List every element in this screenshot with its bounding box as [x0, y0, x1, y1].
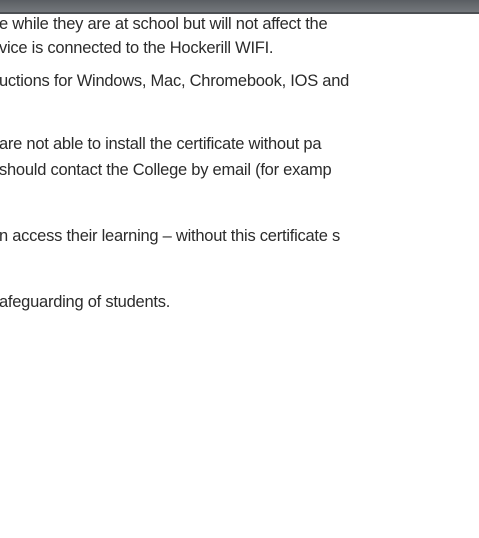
- paragraph-line: should contact the College by email (for…: [0, 161, 332, 179]
- paragraph-line: n access their learning – without this c…: [0, 227, 341, 245]
- paragraph-line: vice is connected to the Hockerill WIFI.: [0, 39, 274, 57]
- paragraph-line: e while they are at school but will not …: [0, 15, 328, 33]
- paragraph-line: uctions for Windows, Mac, Chromebook, IO…: [0, 72, 350, 90]
- header-bar: [0, 0, 479, 14]
- paragraph-line: are not able to install the certificate …: [0, 135, 322, 153]
- document-body: e while they are at school but will not …: [0, 14, 479, 538]
- paragraph-line: afeguarding of students.: [0, 293, 171, 311]
